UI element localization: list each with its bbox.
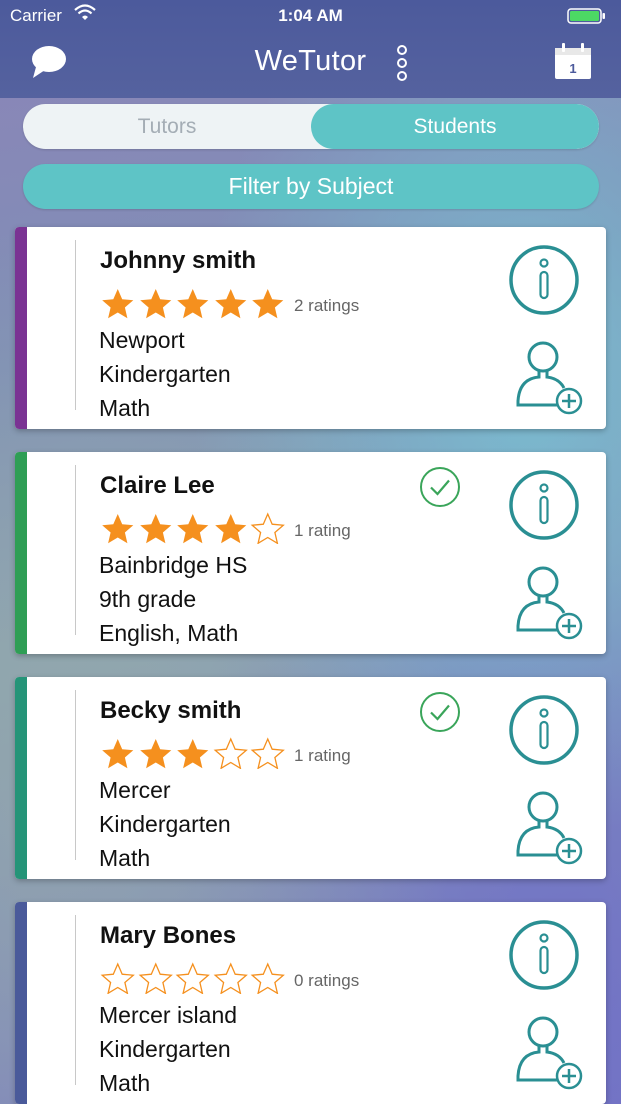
student-location: Newport [99,327,185,353]
card-divider [75,465,76,635]
star-filled-icon [102,289,134,319]
star-empty-icon [175,962,210,994]
student-name: Becky smith [100,697,242,724]
star-empty-icon [100,962,135,994]
student-location: Bainbridge HS [99,552,248,578]
navigation-bar: Carrier 1:04 AM WeTutor 1 [0,0,621,98]
app-title: WeTutor [0,45,621,78]
info-icon[interactable] [508,469,580,541]
star-empty-icon [213,737,248,769]
card-color-stripe [15,227,27,429]
tab-students[interactable]: Students [311,104,599,149]
student-subjects: Math [99,395,151,421]
student-grade: Kindergarten [99,1036,231,1062]
student-name: Mary Bones [100,922,237,949]
student-grade: Kindergarten [99,811,231,837]
info-icon[interactable] [508,919,580,991]
add-user-icon[interactable] [511,1010,585,1090]
star-filled-icon [177,514,209,544]
add-user-icon[interactable] [511,335,585,415]
calendar-day-label: 1 [569,61,576,76]
star-filled-icon [177,289,209,319]
student-location: Mercer island [99,1002,238,1028]
student-subjects: Math [99,1070,151,1096]
card-divider [75,690,76,860]
student-name: Claire Lee [100,472,215,499]
star-rating [99,287,287,319]
status-bar: Carrier 1:04 AM [0,0,621,32]
info-icon[interactable] [508,694,580,766]
student-card[interactable]: Mary Bones 0 ratings Mercer island Kinde… [15,902,606,1104]
star-filled-icon [177,739,209,769]
rating-count: 2 ratings [294,296,360,315]
star-empty-icon [250,512,285,544]
star-filled-icon [139,289,171,319]
student-card[interactable]: Johnny smith 2 ratings Newport Kindergar… [15,227,606,429]
calendar-icon[interactable]: 1 [554,42,592,80]
star-rating [99,737,287,769]
student-grade: 9th grade [99,586,197,612]
star-filled-icon [139,739,171,769]
tab-tutors[interactable]: Tutors [23,104,311,149]
tutor-student-segmented-control: Tutors Students [23,104,599,149]
star-empty-icon [250,737,285,769]
card-color-stripe [15,677,27,879]
star-filled-icon [139,514,171,544]
battery-charging-icon [567,8,605,24]
vertical-dots-icon[interactable] [394,44,410,82]
card-color-stripe [15,902,27,1104]
star-filled-icon [102,514,134,544]
card-divider [75,240,76,410]
star-rating [99,962,287,994]
star-filled-icon [214,289,246,319]
student-card[interactable]: Claire Lee 1 rating Bainbridge HS 9th gr… [15,452,606,654]
star-empty-icon [250,962,285,994]
student-subjects: Math [99,845,151,871]
add-user-icon[interactable] [511,560,585,640]
student-name: Johnny smith [100,247,257,274]
app-title-text: WeTutor [254,45,367,77]
verified-check-icon [420,467,460,507]
star-empty-icon [213,962,248,994]
student-location: Mercer [99,777,171,803]
status-time: 1:04 AM [278,6,343,25]
filter-by-subject-button[interactable]: Filter by Subject [23,164,599,209]
star-filled-icon [252,289,284,319]
info-icon[interactable] [508,244,580,316]
card-color-stripe [15,452,27,654]
student-card[interactable]: Becky smith 1 rating Mercer Kindergarten… [15,677,606,879]
star-empty-icon [138,962,173,994]
star-rating [99,512,287,544]
star-filled-icon [102,739,134,769]
verified-check-icon [420,692,460,732]
card-divider [75,915,76,1085]
rating-count: 1 rating [294,746,351,765]
rating-count: 0 ratings [294,971,360,990]
rating-count: 1 rating [294,521,351,540]
star-filled-icon [214,514,246,544]
add-user-icon[interactable] [511,785,585,865]
student-grade: Kindergarten [99,361,231,387]
student-subjects: English, Math [99,620,239,646]
